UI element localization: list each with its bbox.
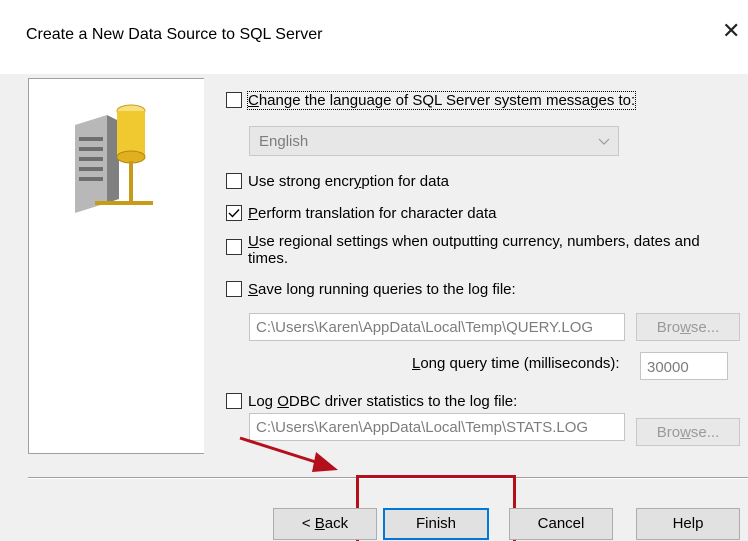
- query-time-value: 30000: [647, 359, 689, 376]
- long-queries-checkbox[interactable]: [226, 281, 242, 297]
- change-language-checkbox[interactable]: [226, 92, 242, 108]
- annotation-arrow-icon: [239, 436, 338, 472]
- regional-settings-option[interactable]: Use regional settings when outputting cu…: [226, 233, 731, 267]
- long-queries-option[interactable]: Save long running queries to the log fil…: [226, 281, 516, 298]
- chevron-down-icon: [598, 138, 610, 145]
- long-queries-label: Save long running queries to the log fil…: [248, 281, 516, 298]
- help-button[interactable]: Help: [636, 508, 740, 540]
- query-time-input[interactable]: 30000: [640, 352, 728, 380]
- left-image-panel: [28, 78, 204, 454]
- odbc-stats-option[interactable]: Log ODBC driver statistics to the log fi…: [226, 393, 517, 410]
- query-log-path-input[interactable]: C:\Users\Karen\AppData\Local\Temp\QUERY.…: [249, 313, 625, 341]
- browse-stats-log-button[interactable]: Browse...: [636, 418, 740, 446]
- checkmark-icon: [228, 209, 240, 218]
- change-language-option[interactable]: Change the language of SQL Server system…: [226, 91, 637, 110]
- translation-label: Perform translation for character data: [248, 205, 497, 222]
- close-icon[interactable]: ✕: [722, 20, 740, 42]
- odbc-stats-label: Log ODBC driver statistics to the log fi…: [248, 393, 518, 410]
- odbc-stats-checkbox[interactable]: [226, 393, 242, 409]
- translation-option[interactable]: Perform translation for character data: [226, 205, 496, 222]
- finish-button[interactable]: Finish: [383, 508, 489, 540]
- change-language-label: Change the language of SQL Server system…: [246, 91, 637, 110]
- stats-log-path-value: C:\Users\Karen\AppData\Local\Temp\STATS.…: [256, 419, 589, 436]
- back-button[interactable]: < Back: [273, 508, 377, 540]
- strong-encryption-option[interactable]: Use strong encryption for data: [226, 173, 449, 190]
- language-select[interactable]: English: [249, 126, 619, 156]
- title-bar: Create a New Data Source to SQL Server ✕: [0, 0, 748, 74]
- cancel-button[interactable]: Cancel: [509, 508, 613, 540]
- browse-query-log-button[interactable]: Browse...: [636, 313, 740, 341]
- server-database-icon: [75, 104, 153, 213]
- strong-encryption-label: Use strong encryption for data: [248, 173, 449, 190]
- query-log-path-value: C:\Users\Karen\AppData\Local\Temp\QUERY.…: [256, 319, 594, 336]
- dialog-title: Create a New Data Source to SQL Server: [26, 26, 323, 43]
- query-time-label: Long query time (milliseconds):: [412, 355, 620, 372]
- strong-encryption-checkbox[interactable]: [226, 173, 242, 189]
- language-value: English: [259, 133, 309, 150]
- translation-checkbox[interactable]: [226, 205, 242, 221]
- regional-settings-label: Use regional settings when outputting cu…: [248, 233, 700, 267]
- regional-settings-checkbox[interactable]: [226, 239, 242, 255]
